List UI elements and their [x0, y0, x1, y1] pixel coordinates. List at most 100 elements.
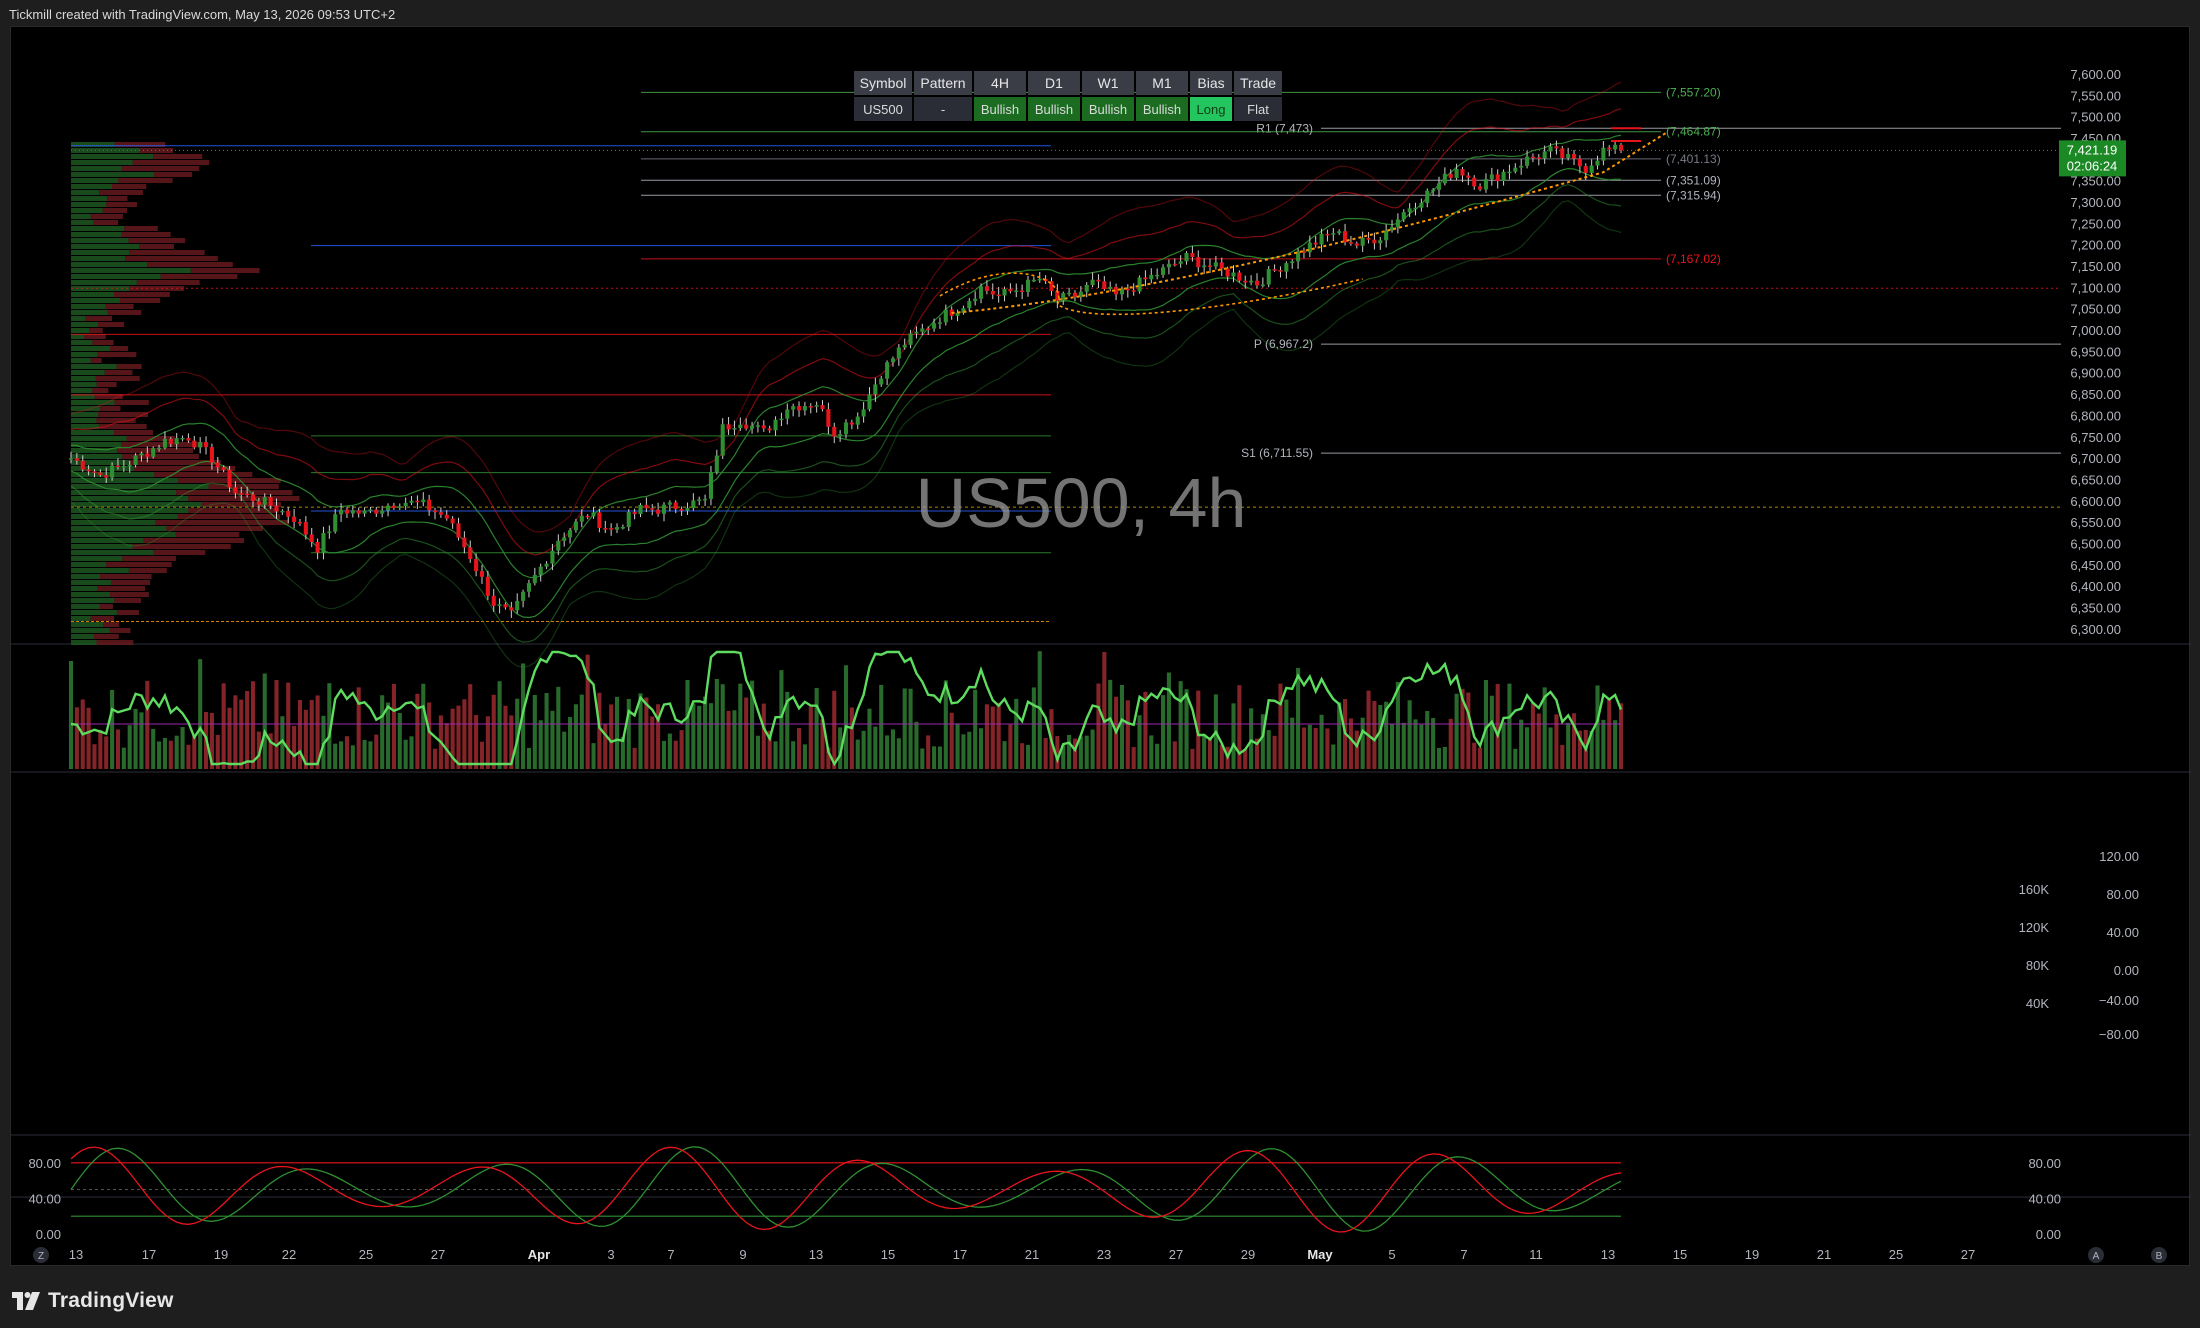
candle-body	[1202, 265, 1207, 268]
volume-bar	[967, 731, 972, 769]
volume-bar	[233, 695, 238, 769]
candle-body	[1260, 284, 1265, 287]
candle-body	[1213, 262, 1218, 267]
candle-body	[1618, 144, 1624, 151]
candle-body	[462, 537, 467, 548]
candle-body	[1061, 293, 1066, 301]
candle-body	[1554, 146, 1559, 149]
time-axis-label: 27	[1961, 1247, 1975, 1262]
volume-profile-bar-buy	[71, 166, 122, 171]
candle-body	[262, 497, 267, 505]
volume-profile-bar-buy	[71, 460, 130, 465]
volume-profile-bar-buy	[71, 538, 144, 543]
volume-bar	[403, 739, 408, 769]
volume-profile-bar-buy	[71, 328, 90, 333]
volume-bar	[1601, 719, 1606, 769]
volume-bar	[984, 704, 989, 769]
candle-body	[1589, 165, 1594, 173]
candle-body	[1407, 208, 1412, 213]
tradingview-logo[interactable]: TradingView	[12, 1286, 174, 1316]
candle-body	[691, 500, 696, 509]
candle-body	[879, 378, 884, 385]
candle-body	[1225, 268, 1230, 277]
candle-body	[409, 500, 414, 503]
candle-body	[151, 448, 156, 457]
volume-profile-bar-buy	[71, 592, 110, 597]
volume-profile-bar-sell	[103, 622, 120, 627]
volume-bar	[1172, 741, 1177, 769]
volume-bar	[1618, 703, 1624, 769]
candle-body	[1149, 274, 1154, 280]
table-header-text: Symbol	[860, 75, 907, 91]
time-axis: 13 17 19 22 25 27 Apr 3 7 9 13 15 17 21 23 27 29 May 5 7 11 1…	[33, 1247, 2167, 1263]
rsi-axis-tick: 80.00	[2106, 887, 2139, 902]
volume-profile-bar-buy	[71, 616, 91, 621]
volume-profile-bar-sell	[95, 376, 140, 381]
time-axis-label: 17	[142, 1247, 156, 1262]
time-axis-label: 13	[1601, 1247, 1615, 1262]
volume-bar	[644, 697, 649, 769]
volume-profile-bar-buy	[71, 154, 154, 159]
volume-profile-bar-sell	[106, 202, 137, 207]
volume-profile-bar-buy	[71, 580, 111, 585]
volume-bar	[104, 736, 109, 769]
candle-body	[1530, 156, 1535, 159]
candle-body	[339, 509, 344, 515]
candle-body	[256, 501, 261, 505]
candle-body	[227, 469, 232, 488]
candle-body	[1272, 269, 1277, 271]
candle-body	[908, 333, 913, 345]
volume-bar	[1166, 672, 1171, 769]
chart-canvas[interactable]: (7,557.20) R1 (7,473) (7,464.87) (7,401.13)…	[11, 27, 2191, 1267]
bar-countdown: 02:06:24	[2067, 158, 2118, 173]
candle-body	[1184, 252, 1189, 262]
candle-body	[1108, 286, 1113, 290]
volume-bar	[885, 735, 890, 769]
volume-profile-bar-sell	[93, 220, 119, 225]
candle-body	[1231, 272, 1236, 277]
volume-profile	[71, 142, 300, 645]
time-axis-label: 15	[1673, 1247, 1687, 1262]
price-axis-tick: 6,550.00	[2070, 515, 2121, 530]
candle-body	[1560, 148, 1565, 158]
candle-body	[1196, 257, 1201, 268]
volume-bar	[902, 688, 907, 769]
volume-bar	[562, 731, 567, 769]
candle-body	[802, 406, 807, 411]
candle-body	[556, 540, 561, 551]
candle-body	[1372, 239, 1377, 244]
volume-bar	[1607, 698, 1612, 769]
volume-profile-bar-buy	[71, 346, 111, 351]
volume-bar	[333, 743, 338, 769]
candle-body	[1290, 261, 1295, 264]
volume-bar	[1554, 714, 1559, 769]
time-axis-label: 21	[1025, 1247, 1039, 1262]
volume-profile-bar-sell	[121, 232, 171, 237]
volume-bar	[632, 747, 637, 769]
volume-bar	[121, 747, 126, 769]
candle-body	[1413, 207, 1418, 210]
chart-frame[interactable]: (7,557.20) R1 (7,473) (7,464.87) (7,401.13)…	[10, 26, 2191, 1267]
volume-bar	[1031, 687, 1036, 769]
candle-body	[943, 309, 948, 323]
volume-bar	[221, 683, 226, 769]
volume-bar	[92, 744, 97, 769]
volume-profile-bar-buy	[71, 544, 133, 549]
candle-body	[1595, 160, 1600, 166]
candle-body	[174, 438, 179, 445]
candle-body	[1031, 279, 1036, 282]
candle-body	[192, 440, 197, 448]
volume-profile-bar-buy	[71, 172, 155, 177]
candle-body	[432, 510, 438, 513]
attribution-text: Tickmill created with TradingView.com, M…	[9, 7, 396, 22]
volume-bar	[192, 735, 197, 769]
volume-bar	[162, 737, 167, 769]
volume-bar	[1613, 720, 1618, 769]
candle-body	[74, 458, 79, 461]
volume-bar	[151, 729, 156, 769]
volume-bar	[344, 736, 349, 769]
volume-bar	[879, 684, 884, 769]
candle-body	[1571, 154, 1577, 159]
volume-profile-bar-buy	[71, 562, 107, 567]
volume-profile-bar-buy	[71, 268, 191, 273]
